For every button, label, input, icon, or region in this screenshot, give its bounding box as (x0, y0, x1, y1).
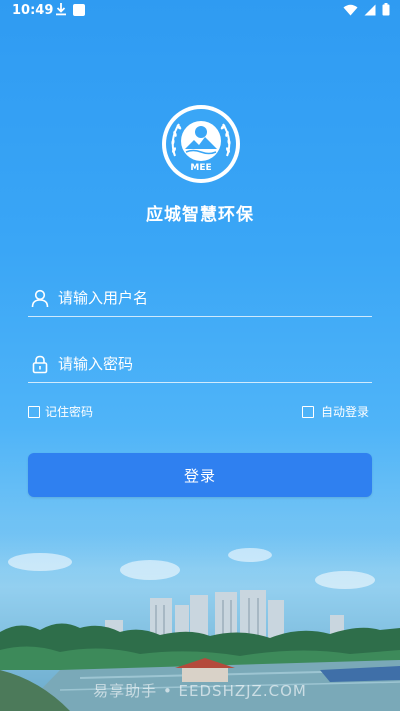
password-input[interactable] (58, 355, 348, 373)
lock-icon (32, 355, 48, 374)
notification-icon (73, 4, 85, 16)
status-time: 10:49 (12, 3, 54, 18)
user-icon (31, 289, 49, 308)
signal-icon (364, 4, 376, 15)
auto-login-label: 自动登录 (321, 405, 370, 419)
remember-password-checkbox[interactable]: 记住密码 (28, 403, 93, 420)
status-icons (343, 3, 390, 16)
download-icon (56, 3, 66, 16)
login-button[interactable]: 登录 (28, 453, 372, 497)
wifi-icon (343, 4, 358, 15)
logo-text: MEE (190, 163, 211, 173)
mee-logo: MEE (162, 105, 240, 183)
username-field[interactable] (28, 280, 372, 317)
auto-login-checkbox-box[interactable] (302, 405, 314, 418)
watermark-text: 易享助手 • EEDSHZJZ.COM (93, 682, 307, 700)
remember-checkbox-box[interactable] (28, 405, 40, 418)
auto-login-checkbox[interactable]: 自动登录 (302, 403, 369, 420)
status-bar: 10:49 (0, 0, 400, 22)
battery-icon (382, 3, 390, 16)
app-title: 应城智慧环保 (146, 205, 254, 225)
password-field[interactable] (28, 346, 372, 383)
username-input[interactable] (58, 289, 348, 307)
remember-label: 记住密码 (45, 405, 94, 419)
